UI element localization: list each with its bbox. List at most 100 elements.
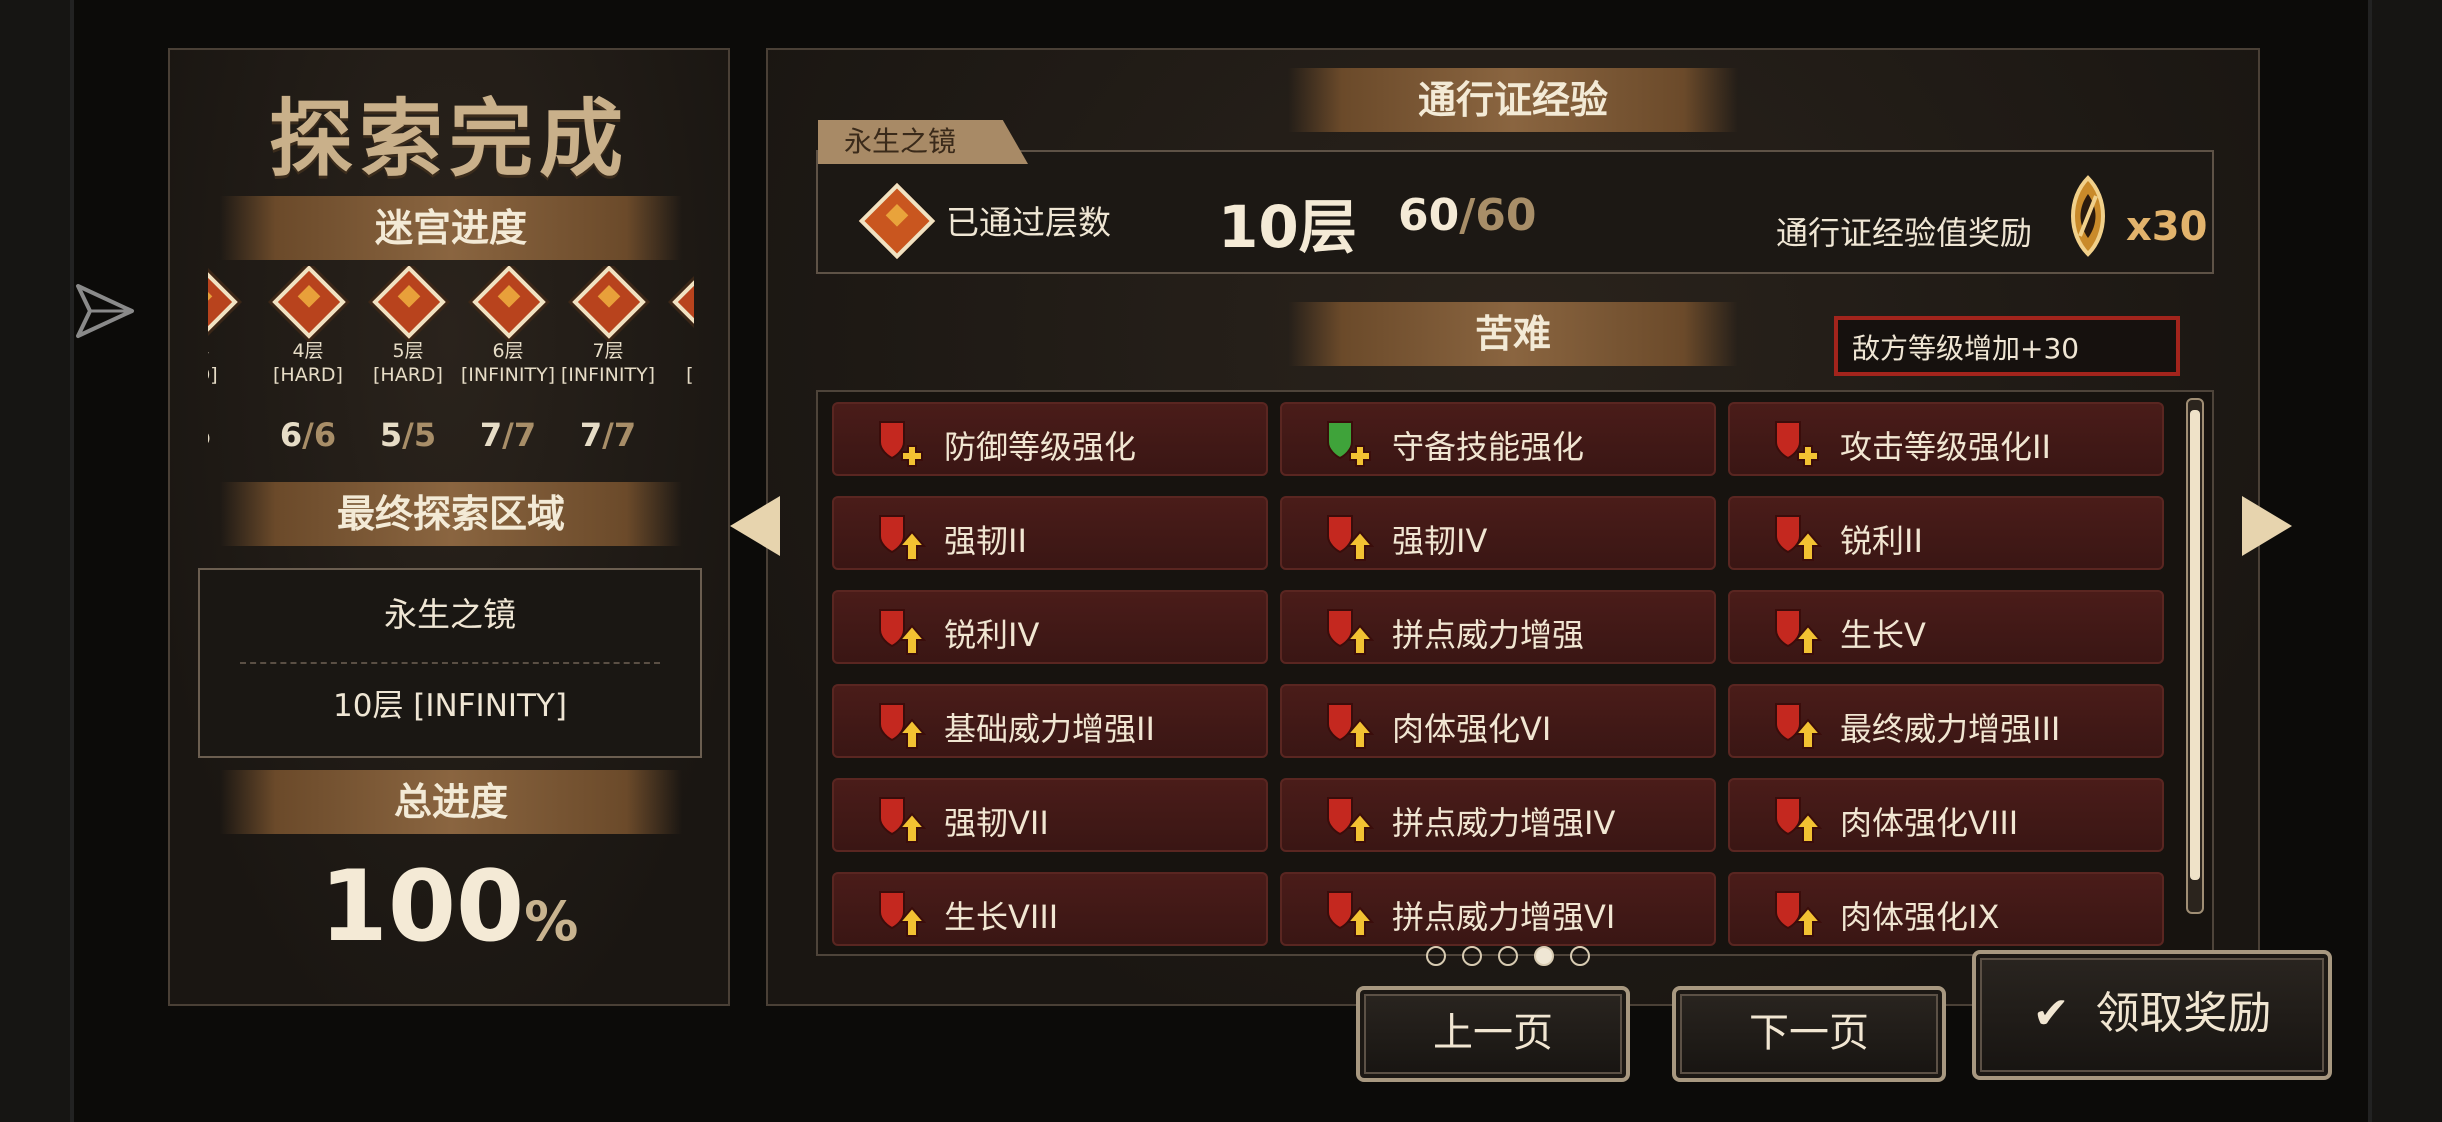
hardship-card-label: 锐利IV bbox=[944, 616, 1040, 654]
exploration-summary-panel: 探索完成 迷宫进度 层 RD] 6 4层 [HARD] 6/6 5层 [HARD… bbox=[168, 48, 730, 1006]
body-up-icon bbox=[1775, 797, 1822, 843]
hardship-card[interactable]: 拼点威力增强IV bbox=[1280, 778, 1716, 852]
hardship-card[interactable]: 攻击等级强化II bbox=[1728, 402, 2164, 476]
floor-diamond-icon bbox=[372, 266, 446, 339]
hardship-card-label: 攻击等级强化II bbox=[1840, 428, 2051, 466]
floor-diamond-icon bbox=[472, 266, 546, 339]
hardship-card-label: 守备技能强化 bbox=[1392, 428, 1585, 466]
hardship-card[interactable]: 锐利IV bbox=[832, 590, 1268, 664]
sword-up-icon bbox=[879, 609, 926, 655]
hardship-card[interactable]: 肉体强化IX bbox=[1728, 872, 2164, 946]
enemy-level-badge: 敌方等级增加+30 bbox=[1834, 316, 2180, 376]
floor-score: 6 bbox=[208, 416, 250, 454]
shield-up-icon bbox=[1327, 515, 1374, 561]
clash-up-icon bbox=[1327, 609, 1374, 655]
hardship-card-label: 拼点威力增强IV bbox=[1392, 804, 1616, 842]
floor-diamond-icon bbox=[208, 266, 238, 339]
hardship-list[interactable]: 防御等级强化 守备技能强化 攻击等级强化II 强韧II 强韧IV 锐利II 锐利IV 拼点威力… bbox=[816, 390, 2214, 956]
hardship-card[interactable]: 最终威力增强III bbox=[1728, 684, 2164, 758]
floors-passed-label: 已通过层数 bbox=[946, 203, 1111, 242]
hardship-card[interactable]: 拼点威力增强VI bbox=[1280, 872, 1716, 946]
shield-up-icon bbox=[879, 797, 926, 843]
hardship-card-label: 最终威力增强III bbox=[1840, 710, 2061, 748]
maze-progress-strip[interactable]: 层 RD] 6 4层 [HARD] 6/6 5层 [HARD] 5/5 6层 [… bbox=[208, 266, 694, 498]
heart-up-icon bbox=[1775, 609, 1822, 655]
hardship-card[interactable]: 肉体强化VIII bbox=[1728, 778, 2164, 852]
body-up-icon bbox=[1327, 703, 1374, 749]
reward-label: 通行证经验值奖励 bbox=[1776, 214, 2033, 252]
hardship-card[interactable]: 生长V bbox=[1728, 590, 2164, 664]
pass-exp-heading: 通行证经验 bbox=[1288, 68, 1738, 132]
prev-page-arrow-icon[interactable] bbox=[730, 496, 780, 556]
hardship-card[interactable]: 强韧IV bbox=[1280, 496, 1716, 570]
hardship-card[interactable]: 守备技能强化 bbox=[1280, 402, 1716, 476]
floor-label: 6层 bbox=[492, 340, 524, 362]
page-dot[interactable] bbox=[1426, 946, 1446, 966]
hardship-card[interactable]: 生长VIII bbox=[832, 872, 1268, 946]
floor-diamond-icon bbox=[858, 182, 936, 260]
floor-score: 7/7 bbox=[479, 416, 537, 454]
scrollbar-thumb[interactable] bbox=[2190, 410, 2200, 880]
hardship-card[interactable]: 拼点威力增强 bbox=[1280, 590, 1716, 664]
reward-multiplier: x30 bbox=[2126, 204, 2208, 250]
floor-score: 6/6 bbox=[279, 416, 337, 454]
hardship-scrollbar[interactable] bbox=[2186, 398, 2204, 914]
hardship-card[interactable]: 基础威力增强II bbox=[832, 684, 1268, 758]
frame-right-edge bbox=[2368, 0, 2442, 1122]
hardship-card[interactable]: 强韧VII bbox=[832, 778, 1268, 852]
pass-exp-token-icon bbox=[2071, 175, 2105, 257]
next-page-arrow-icon[interactable] bbox=[2242, 496, 2292, 556]
floor-diamond-icon bbox=[672, 266, 694, 339]
page-dot[interactable] bbox=[1534, 946, 1554, 966]
pass-exp-box: 已通过层数 10层 60/60 通行证经验值奖励 x30 bbox=[816, 150, 2214, 274]
maze-progress-heading: 迷宫进度 bbox=[220, 196, 682, 260]
page-dot[interactable] bbox=[1570, 946, 1590, 966]
clash-up-icon bbox=[1327, 797, 1374, 843]
hardship-card-label: 生长VIII bbox=[944, 898, 1059, 936]
sword-up-icon bbox=[1775, 515, 1822, 561]
hardship-card-label: 防御等级强化 bbox=[944, 428, 1137, 466]
hardship-card-label: 肉体强化VI bbox=[1392, 710, 1552, 748]
sword-up-icon bbox=[879, 703, 926, 749]
region-floor: 10层 [INFINITY] bbox=[333, 688, 567, 724]
prev-page-button[interactable]: 上一页 bbox=[1356, 986, 1630, 1082]
page-dot[interactable] bbox=[1498, 946, 1518, 966]
hardship-card-label: 肉体强化VIII bbox=[1840, 804, 2019, 842]
final-region-heading: 最终探索区域 bbox=[220, 482, 682, 546]
hardship-card-label: 肉体强化IX bbox=[1840, 898, 2000, 936]
shield-up-icon bbox=[879, 515, 926, 561]
total-progress-heading: 总进度 bbox=[220, 770, 682, 834]
heart-up-icon bbox=[879, 891, 926, 937]
floor-score: 4 bbox=[658, 416, 694, 454]
region-tab: 永生之镜 bbox=[818, 120, 1028, 164]
hardship-card-label: 强韧VII bbox=[944, 804, 1049, 842]
floor-diamond-icon bbox=[572, 266, 646, 339]
page-title: 探索完成 bbox=[268, 90, 629, 188]
hardship-card[interactable]: 强韧II bbox=[832, 496, 1268, 570]
hardship-card[interactable]: 锐利II bbox=[1728, 496, 2164, 570]
claim-reward-label: 领取奖励 bbox=[2095, 988, 2272, 1039]
next-page-button[interactable]: 下一页 bbox=[1672, 986, 1946, 1082]
hardship-card-label: 锐利II bbox=[1840, 522, 1923, 560]
floor-label: 4层 bbox=[292, 340, 324, 362]
hardship-card[interactable]: 防御等级强化 bbox=[832, 402, 1268, 476]
claim-reward-button[interactable]: ✔ 领取奖励 bbox=[1972, 950, 2332, 1080]
floor-label: 8 bbox=[658, 340, 694, 362]
final-region-box: 永生之镜 10层 [INFINITY] bbox=[198, 568, 702, 758]
floor-score: 5/5 bbox=[379, 416, 437, 454]
hardship-card-label: 拼点威力增强VI bbox=[1392, 898, 1616, 936]
hardship-heading: 苦难 bbox=[1288, 302, 1738, 366]
rewards-panel: 通行证经验 已通过层数 10层 60/60 通行证经验值奖励 x30 永生之镜 … bbox=[766, 48, 2260, 1006]
floor-difficulty: [INFI bbox=[686, 364, 694, 386]
hardship-card[interactable]: 肉体强化VI bbox=[1280, 684, 1716, 758]
floor-label: 5层 bbox=[392, 340, 424, 362]
floor-score: 60/60 bbox=[1398, 190, 1537, 241]
page-dot[interactable] bbox=[1462, 946, 1482, 966]
total-progress-value: 100% bbox=[319, 850, 579, 964]
hardship-card-label: 强韧II bbox=[944, 522, 1027, 560]
clash-up-icon bbox=[1327, 891, 1374, 937]
floor-diamond-icon bbox=[272, 266, 346, 339]
green-shield-plus-icon bbox=[1327, 421, 1371, 467]
share-icon[interactable] bbox=[72, 278, 138, 344]
frame-left-edge bbox=[0, 0, 74, 1122]
